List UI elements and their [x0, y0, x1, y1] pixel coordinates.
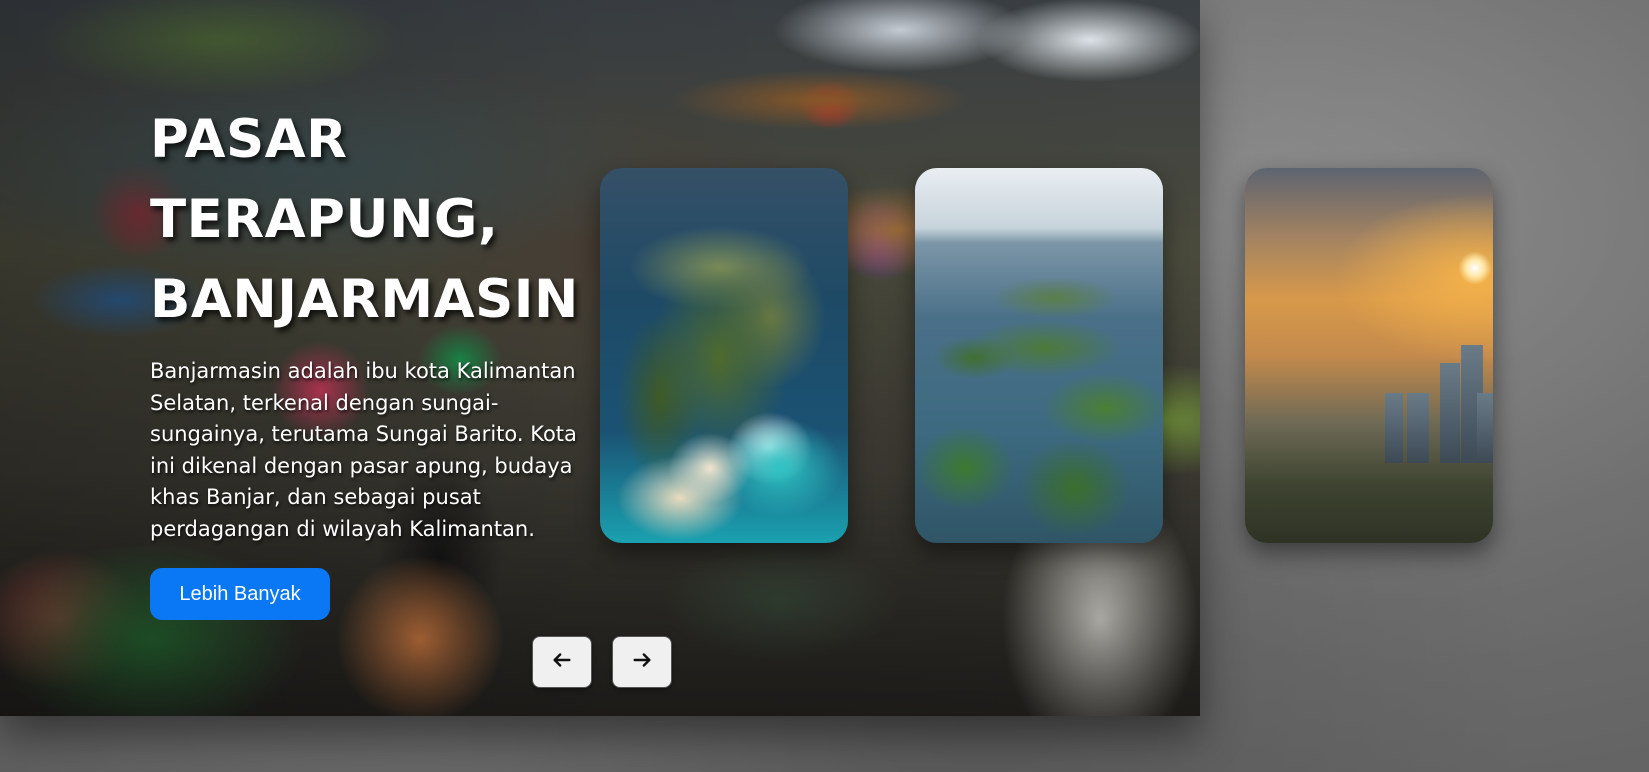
- slide-card-3[interactable]: [1245, 168, 1493, 543]
- more-button[interactable]: Lebih Banyak: [150, 568, 330, 620]
- arrow-right-icon: [631, 649, 653, 675]
- tropical-islands-photo: [915, 168, 1163, 543]
- prev-button[interactable]: [532, 636, 592, 688]
- title-line: PASAR: [150, 109, 348, 170]
- title-line: BANJARMASIN: [150, 269, 579, 330]
- city-sunset-photo: [1245, 168, 1493, 543]
- hero-content: PASAR TERAPUNG, BANJARMASIN Banjarmasin …: [150, 100, 590, 545]
- title-line: TERAPUNG,: [150, 189, 499, 250]
- slide-card-1[interactable]: [600, 168, 848, 543]
- next-button[interactable]: [612, 636, 672, 688]
- arrow-left-icon: [551, 649, 573, 675]
- rock-cliff-beach-photo: [600, 168, 848, 543]
- slide-card-2[interactable]: [915, 168, 1163, 543]
- hero-description: Banjarmasin adalah ibu kota Kalimantan S…: [150, 359, 577, 541]
- page-title: PASAR TERAPUNG, BANJARMASIN: [150, 100, 610, 340]
